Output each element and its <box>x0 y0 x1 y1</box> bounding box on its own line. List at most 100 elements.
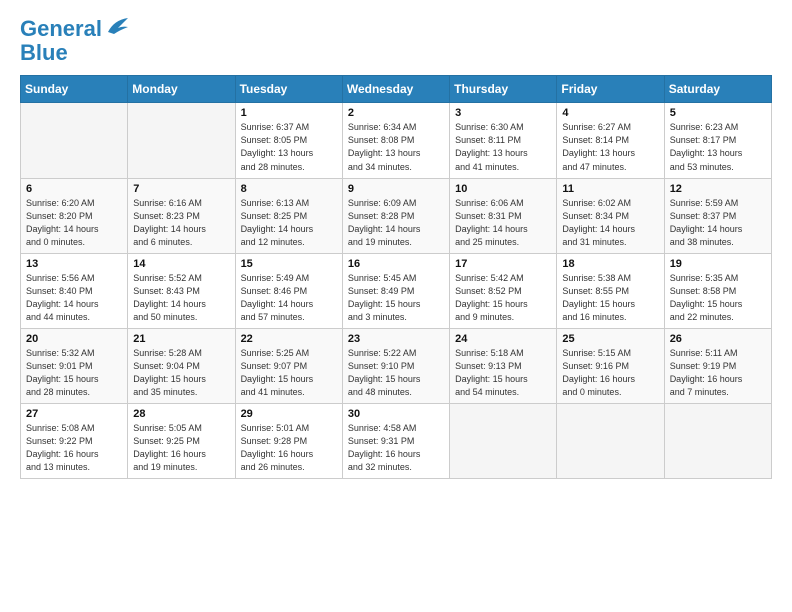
day-info: Sunrise: 5:25 AM Sunset: 9:07 PM Dayligh… <box>241 347 337 399</box>
day-number: 7 <box>133 183 229 195</box>
day-info: Sunrise: 5:59 AM Sunset: 8:37 PM Dayligh… <box>670 197 766 249</box>
week-row-5: 27 Sunrise: 5:08 AM Sunset: 9:22 PM Dayli… <box>21 404 772 479</box>
calendar-cell: 18 Sunrise: 5:38 AM Sunset: 8:55 PM Dayli… <box>557 253 664 328</box>
day-number: 27 <box>26 408 122 420</box>
day-info: Sunrise: 5:22 AM Sunset: 9:10 PM Dayligh… <box>348 347 444 399</box>
day-info: Sunrise: 6:30 AM Sunset: 8:11 PM Dayligh… <box>455 121 551 173</box>
day-info: Sunrise: 6:09 AM Sunset: 8:28 PM Dayligh… <box>348 197 444 249</box>
calendar-cell: 26 Sunrise: 5:11 AM Sunset: 9:19 PM Dayli… <box>664 328 771 403</box>
week-row-1: 1 Sunrise: 6:37 AM Sunset: 8:05 PM Daylig… <box>21 103 772 178</box>
calendar-cell: 25Sunrise: 5:15 AM Sunset: 9:16 PM Dayli… <box>557 328 664 403</box>
day-info: Sunrise: 6:20 AM Sunset: 8:20 PM Dayligh… <box>26 197 122 249</box>
calendar-cell: 4 Sunrise: 6:27 AM Sunset: 8:14 PM Daylig… <box>557 103 664 178</box>
day-number: 10 <box>455 183 551 195</box>
header: General Blue <box>20 16 772 65</box>
day-number: 11 <box>562 183 658 195</box>
day-info: Sunrise: 5:56 AM Sunset: 8:40 PM Dayligh… <box>26 272 122 324</box>
weekday-header-saturday: Saturday <box>664 76 771 103</box>
day-info: Sunrise: 6:13 AM Sunset: 8:25 PM Dayligh… <box>241 197 337 249</box>
calendar-cell: 7 Sunrise: 6:16 AM Sunset: 8:23 PM Daylig… <box>128 178 235 253</box>
weekday-header-thursday: Thursday <box>450 76 557 103</box>
day-info: Sunrise: 5:32 AM Sunset: 9:01 PM Dayligh… <box>26 347 122 399</box>
day-number: 1 <box>241 107 337 119</box>
day-number: 3 <box>455 107 551 119</box>
day-info: Sunrise: 5:05 AM Sunset: 9:25 PM Dayligh… <box>133 422 229 474</box>
calendar-cell: 13 Sunrise: 5:56 AM Sunset: 8:40 PM Dayli… <box>21 253 128 328</box>
calendar-cell: 10 Sunrise: 6:06 AM Sunset: 8:31 PM Dayli… <box>450 178 557 253</box>
day-number: 17 <box>455 258 551 270</box>
day-info: Sunrise: 6:27 AM Sunset: 8:14 PM Dayligh… <box>562 121 658 173</box>
day-number: 6 <box>26 183 122 195</box>
day-info: Sunrise: 5:38 AM Sunset: 8:55 PM Dayligh… <box>562 272 658 324</box>
calendar-cell: 5 Sunrise: 6:23 AM Sunset: 8:17 PM Daylig… <box>664 103 771 178</box>
calendar-cell: 15 Sunrise: 5:49 AM Sunset: 8:46 PM Dayli… <box>235 253 342 328</box>
day-number: 8 <box>241 183 337 195</box>
weekday-header-row: SundayMondayTuesdayWednesdayThursdayFrid… <box>21 76 772 103</box>
calendar-cell <box>21 103 128 178</box>
calendar-cell <box>450 404 557 479</box>
logo: General Blue <box>20 16 132 65</box>
day-info: Sunrise: 6:02 AM Sunset: 8:34 PM Dayligh… <box>562 197 658 249</box>
day-number: 26 <box>670 333 766 345</box>
calendar-cell: 21 Sunrise: 5:28 AM Sunset: 9:04 PM Dayli… <box>128 328 235 403</box>
day-info: Sunrise: 5:28 AM Sunset: 9:04 PM Dayligh… <box>133 347 229 399</box>
calendar-cell: 30 Sunrise: 4:58 AM Sunset: 9:31 PM Dayli… <box>342 404 449 479</box>
day-number: 12 <box>670 183 766 195</box>
week-row-3: 13 Sunrise: 5:56 AM Sunset: 8:40 PM Dayli… <box>21 253 772 328</box>
day-number: 9 <box>348 183 444 195</box>
logo-blue-text: Blue <box>20 41 132 65</box>
calendar-cell: 17 Sunrise: 5:42 AM Sunset: 8:52 PM Dayli… <box>450 253 557 328</box>
day-number: 5 <box>670 107 766 119</box>
logo-bird-icon <box>104 14 132 36</box>
day-info: Sunrise: 5:52 AM Sunset: 8:43 PM Dayligh… <box>133 272 229 324</box>
day-number: 2 <box>348 107 444 119</box>
day-info: Sunrise: 6:16 AM Sunset: 8:23 PM Dayligh… <box>133 197 229 249</box>
calendar-cell: 9 Sunrise: 6:09 AM Sunset: 8:28 PM Daylig… <box>342 178 449 253</box>
day-number: 22 <box>241 333 337 345</box>
day-info: Sunrise: 5:18 AM Sunset: 9:13 PM Dayligh… <box>455 347 551 399</box>
day-info: Sunrise: 4:58 AM Sunset: 9:31 PM Dayligh… <box>348 422 444 474</box>
day-number: 13 <box>26 258 122 270</box>
day-number: 21 <box>133 333 229 345</box>
day-info: Sunrise: 6:06 AM Sunset: 8:31 PM Dayligh… <box>455 197 551 249</box>
calendar-cell: 11 Sunrise: 6:02 AM Sunset: 8:34 PM Dayli… <box>557 178 664 253</box>
weekday-header-tuesday: Tuesday <box>235 76 342 103</box>
day-info: Sunrise: 5:45 AM Sunset: 8:49 PM Dayligh… <box>348 272 444 324</box>
weekday-header-sunday: Sunday <box>21 76 128 103</box>
calendar-cell: 16Sunrise: 5:45 AM Sunset: 8:49 PM Dayli… <box>342 253 449 328</box>
day-number: 19 <box>670 258 766 270</box>
day-info: Sunrise: 5:49 AM Sunset: 8:46 PM Dayligh… <box>241 272 337 324</box>
day-info: Sunrise: 5:01 AM Sunset: 9:28 PM Dayligh… <box>241 422 337 474</box>
day-info: Sunrise: 5:11 AM Sunset: 9:19 PM Dayligh… <box>670 347 766 399</box>
day-number: 23 <box>348 333 444 345</box>
calendar-cell: 20 Sunrise: 5:32 AM Sunset: 9:01 PM Dayli… <box>21 328 128 403</box>
day-number: 15 <box>241 258 337 270</box>
weekday-header-monday: Monday <box>128 76 235 103</box>
calendar-cell: 19 Sunrise: 5:35 AM Sunset: 8:58 PM Dayli… <box>664 253 771 328</box>
page: General Blue SundayMondayTuesdayWednesda… <box>0 0 792 495</box>
calendar-cell: 3 Sunrise: 6:30 AM Sunset: 8:11 PM Daylig… <box>450 103 557 178</box>
calendar-cell: 22 Sunrise: 5:25 AM Sunset: 9:07 PM Dayli… <box>235 328 342 403</box>
day-number: 24 <box>455 333 551 345</box>
calendar-cell <box>128 103 235 178</box>
day-number: 30 <box>348 408 444 420</box>
calendar-cell: 23 Sunrise: 5:22 AM Sunset: 9:10 PM Dayli… <box>342 328 449 403</box>
day-number: 20 <box>26 333 122 345</box>
weekday-header-wednesday: Wednesday <box>342 76 449 103</box>
day-info: Sunrise: 5:08 AM Sunset: 9:22 PM Dayligh… <box>26 422 122 474</box>
day-info: Sunrise: 6:37 AM Sunset: 8:05 PM Dayligh… <box>241 121 337 173</box>
day-info: Sunrise: 6:23 AM Sunset: 8:17 PM Dayligh… <box>670 121 766 173</box>
day-info: Sunrise: 5:42 AM Sunset: 8:52 PM Dayligh… <box>455 272 551 324</box>
day-number: 28 <box>133 408 229 420</box>
weekday-header-friday: Friday <box>557 76 664 103</box>
day-info: Sunrise: 5:35 AM Sunset: 8:58 PM Dayligh… <box>670 272 766 324</box>
day-info: Sunrise: 6:34 AM Sunset: 8:08 PM Dayligh… <box>348 121 444 173</box>
day-number: 4 <box>562 107 658 119</box>
week-row-4: 20 Sunrise: 5:32 AM Sunset: 9:01 PM Dayli… <box>21 328 772 403</box>
logo-text: General <box>20 16 132 41</box>
calendar-cell <box>664 404 771 479</box>
day-number: 29 <box>241 408 337 420</box>
day-number: 18 <box>562 258 658 270</box>
calendar-cell: 24 Sunrise: 5:18 AM Sunset: 9:13 PM Dayli… <box>450 328 557 403</box>
calendar-table: SundayMondayTuesdayWednesdayThursdayFrid… <box>20 75 772 479</box>
